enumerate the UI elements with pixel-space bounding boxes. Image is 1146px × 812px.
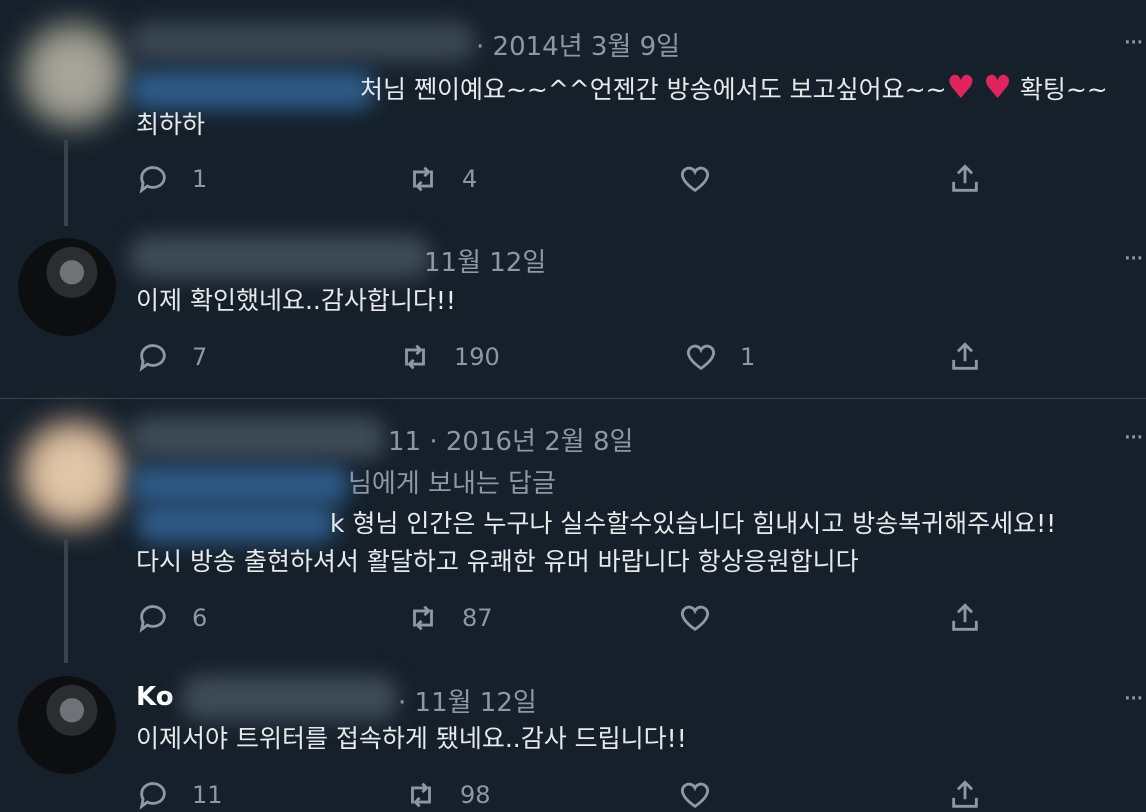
avatar[interactable] <box>18 419 128 529</box>
tweet-date: · 2014년 3월 9일 <box>476 32 681 62</box>
redacted-username <box>130 417 385 459</box>
reply-button[interactable]: 1 <box>136 162 207 196</box>
tweet-text: 이제서야 트위터를 접속하게 됐네요..감사 드립니다!! <box>136 724 687 753</box>
reply-count: 1 <box>192 165 208 193</box>
share-button[interactable] <box>948 601 982 635</box>
retweet-count: 190 <box>454 343 500 371</box>
reply-to-label: 님에게 보내는 답글 <box>348 469 556 499</box>
reply-icon <box>139 782 166 810</box>
share-icon <box>952 603 978 631</box>
share-icon <box>952 164 978 192</box>
tweet-text-line: k 형님 인간은 누구나 실수할수있습니다 힘내시고 방송복귀해주세요!! <box>330 509 1057 538</box>
share-button[interactable] <box>948 778 982 812</box>
retweet-icon <box>411 782 431 808</box>
share-icon <box>952 342 978 370</box>
tweet[interactable]: 11 · 2016년 2월 8일 ··· 님에게 보내는 답글 k 형님 인간은… <box>0 399 1146 664</box>
like-button[interactable] <box>678 778 734 812</box>
tweet[interactable]: · 2014년 3월 9일 ··· 처님 쩬이예요~~^^언젠간 방송에서도 보… <box>0 0 1146 230</box>
retweet-count: 4 <box>462 165 478 193</box>
share-button[interactable] <box>948 162 982 196</box>
share-icon <box>952 780 978 808</box>
reply-count: 11 <box>192 781 223 809</box>
tweet-text-line: 최하하 <box>136 110 206 139</box>
like-icon <box>680 605 710 632</box>
display-name[interactable]: Ko <box>136 682 174 712</box>
more-icon[interactable]: ··· <box>1123 423 1144 453</box>
more-icon[interactable]: ··· <box>1123 684 1144 714</box>
tweet-text: 처님 쩬이예요~~^^언젠간 방송에서도 보고싶어요~~♥ ♥ 확팅~~ <box>360 68 1138 109</box>
redacted-username <box>130 236 430 278</box>
like-button[interactable] <box>678 601 734 635</box>
heart-emoji: ♥ <box>946 68 976 106</box>
reply-button[interactable]: 11 <box>136 778 223 812</box>
retweet-count: 87 <box>462 604 493 632</box>
like-icon <box>680 782 710 809</box>
avatar[interactable] <box>18 676 116 774</box>
tweet[interactable]: Ko · 11월 12일 ··· 이제서야 트위터를 접속하게 됐네요..감사 … <box>0 664 1146 810</box>
share-button[interactable] <box>948 340 982 374</box>
reply-icon <box>139 166 166 194</box>
retweet-icon <box>413 166 433 192</box>
avatar[interactable] <box>18 238 116 336</box>
reply-count: 7 <box>192 343 208 371</box>
reply-icon <box>139 344 166 372</box>
reply-button[interactable]: 7 <box>136 340 207 374</box>
tweet-date: · 11월 12일 <box>398 688 537 718</box>
like-button[interactable] <box>678 162 734 196</box>
retweet-icon <box>405 344 425 370</box>
retweet-icon <box>413 605 433 631</box>
like-count: 1 <box>740 343 756 371</box>
thread-line <box>64 140 68 226</box>
more-icon[interactable]: ··· <box>1123 28 1144 58</box>
more-icon[interactable]: ··· <box>1123 244 1144 274</box>
thread-line <box>64 539 68 663</box>
redacted-username <box>182 676 397 720</box>
tweet-text: 이제 확인했네요..감사합니다!! <box>136 286 456 315</box>
retweet-count: 98 <box>460 781 491 809</box>
heart-emoji: ♥ <box>983 68 1012 106</box>
redacted-username <box>130 22 475 62</box>
retweet-button[interactable]: 190 <box>398 340 500 374</box>
reply-icon <box>139 605 166 633</box>
like-button[interactable]: 1 <box>684 340 755 374</box>
redacted-reply-handle <box>130 465 350 505</box>
reply-count: 6 <box>192 604 208 632</box>
redacted-mention <box>136 503 336 543</box>
like-icon <box>686 344 716 371</box>
reply-button[interactable]: 6 <box>136 601 207 635</box>
tweet-text-line: 처님 쩬이예요~~^^언젠간 방송에서도 보고싶어요~~ <box>360 75 947 104</box>
tweet[interactable]: 11월 12일 ··· 이제 확인했네요..감사합니다!! 7 190 1 <box>0 230 1146 398</box>
tweet-date: 11월 12일 <box>424 248 547 278</box>
tweet-date: 11 · 2016년 2월 8일 <box>388 427 634 457</box>
redacted-text <box>130 70 375 110</box>
like-icon <box>680 166 710 193</box>
avatar[interactable] <box>18 20 128 130</box>
retweet-button[interactable]: 87 <box>406 601 493 635</box>
tweet-text-suffix: 확팅~~ <box>1019 75 1108 104</box>
retweet-button[interactable]: 98 <box>404 778 491 812</box>
retweet-button[interactable]: 4 <box>406 162 477 196</box>
tweet-text-line: 다시 방송 출현하셔서 활달하고 유쾌한 유머 바랍니다 항상응원합니다 <box>136 547 859 576</box>
